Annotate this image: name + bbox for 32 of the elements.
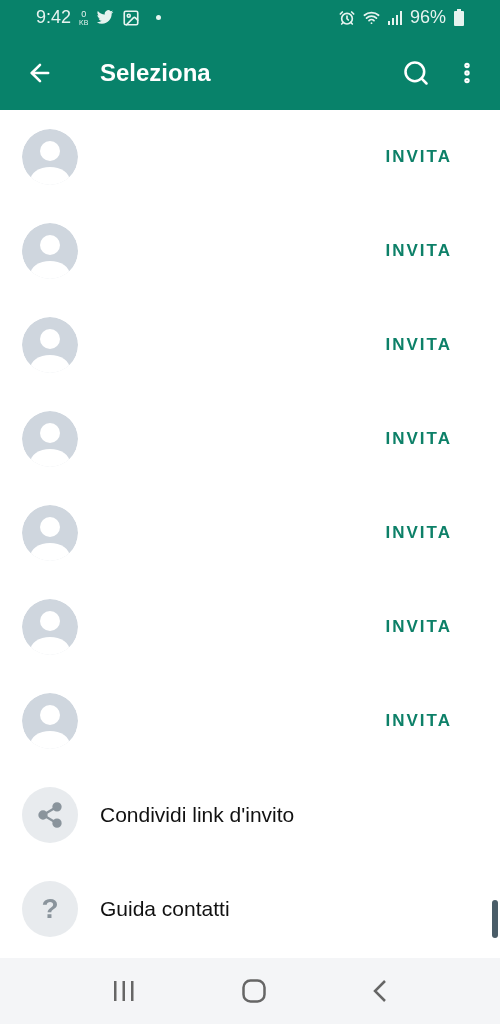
signal-icon (387, 10, 402, 25)
screen-title: Seleziona (100, 57, 211, 88)
invite-button[interactable]: INVITA (385, 238, 452, 264)
home-button[interactable] (242, 979, 266, 1003)
invite-button[interactable]: INVITA (385, 332, 452, 358)
status-time: 9:42 (36, 6, 72, 29)
avatar-placeholder-icon (22, 599, 78, 655)
wifi-icon (362, 9, 380, 26)
invite-button[interactable]: INVITA (385, 520, 452, 546)
avatar-placeholder-icon (22, 129, 78, 185)
invite-button[interactable]: INVITA (385, 614, 452, 640)
avatar-placeholder-icon (22, 693, 78, 749)
battery-icon (454, 9, 464, 26)
invite-button[interactable]: INVITA (385, 144, 452, 170)
avatar-placeholder-icon (22, 411, 78, 467)
alarm-icon (338, 9, 355, 26)
battery-percent: 96% (409, 6, 446, 29)
invite-button[interactable]: INVITA (385, 426, 452, 452)
recent-apps-button[interactable] (113, 981, 136, 1001)
avatar-placeholder-icon (22, 505, 78, 561)
image-icon (122, 8, 141, 27)
invite-button[interactable]: INVITA (385, 708, 452, 734)
action-label[interactable]: Guida contatti (100, 893, 230, 925)
scrollbar-thumb-icon (492, 900, 498, 938)
help-icon: ? (22, 881, 78, 937)
avatar-placeholder-icon (22, 223, 78, 279)
net-speed-value: 0 (81, 9, 87, 19)
bird-icon (96, 10, 115, 25)
avatar-placeholder-icon (22, 317, 78, 373)
action-label[interactable]: Condividi link d'invito (100, 799, 295, 831)
share-icon (22, 787, 78, 843)
back-nav-button[interactable] (372, 980, 387, 1002)
